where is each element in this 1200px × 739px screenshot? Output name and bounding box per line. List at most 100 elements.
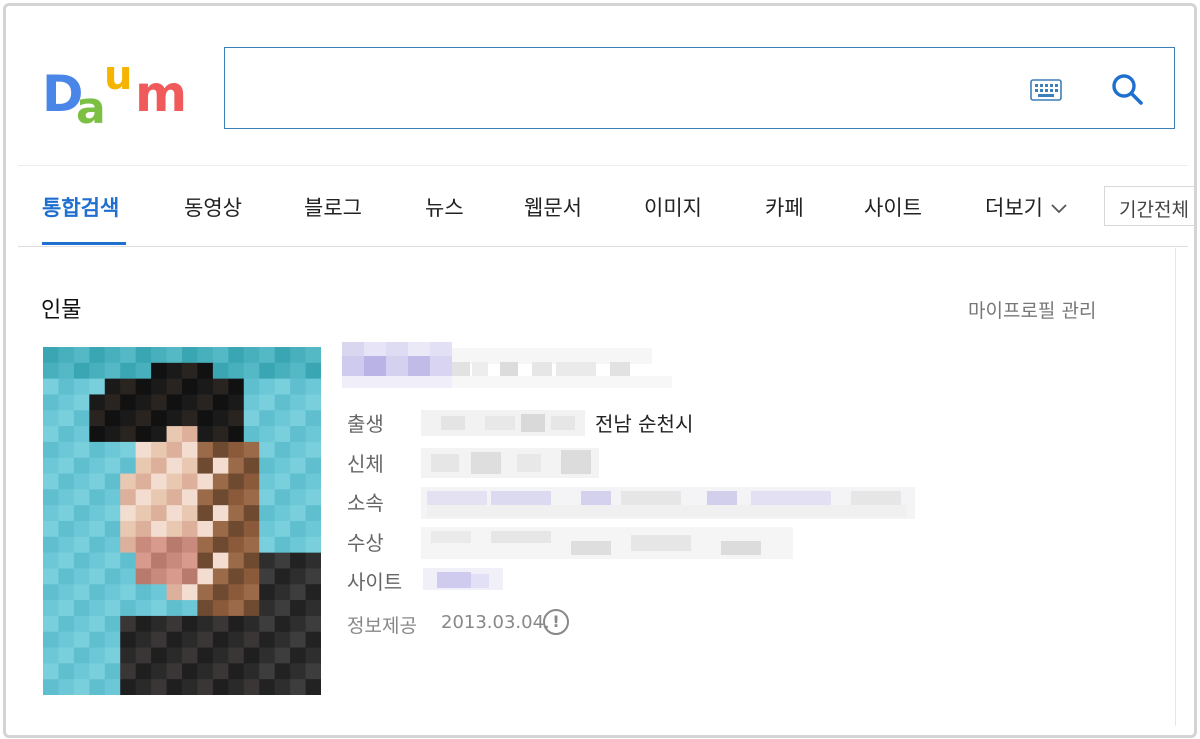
- tab-images[interactable]: 이미지: [644, 192, 702, 222]
- photo-mosaic-tile: [151, 505, 168, 522]
- person-photo[interactable]: [43, 347, 321, 695]
- photo-mosaic-tile: [104, 410, 121, 427]
- photo-mosaic-tile: [120, 457, 137, 475]
- tab-more[interactable]: 더보기: [985, 192, 1067, 222]
- photo-mosaic-tile: [135, 521, 152, 538]
- photo-mosaic-tile: [73, 362, 90, 380]
- photo-mosaic-tile: [58, 615, 75, 633]
- photo-mosaic-tile: [89, 426, 106, 443]
- photo-mosaic-tile: [89, 584, 106, 601]
- photo-mosaic-tile: [259, 584, 276, 601]
- source-label: 정보제공: [347, 615, 417, 637]
- photo-mosaic-tile: [243, 473, 260, 490]
- photo-mosaic-tile: [197, 521, 214, 538]
- search-icon[interactable]: [1110, 72, 1144, 106]
- photo-mosaic-tile: [243, 568, 260, 585]
- photo-mosaic-tile: [73, 600, 90, 617]
- photo-mosaic-tile: [120, 584, 137, 601]
- photo-mosaic-tile: [228, 347, 245, 364]
- photo-mosaic-tile: [89, 521, 106, 538]
- photo-mosaic-tile: [135, 347, 152, 364]
- photo-mosaic-tile: [274, 584, 291, 601]
- photo-mosaic-tile: [290, 426, 307, 443]
- exclamation-icon[interactable]: !: [543, 609, 569, 635]
- photo-mosaic-tile: [274, 663, 291, 680]
- photo-mosaic-tile: [43, 347, 60, 364]
- photo-mosaic-tile: [89, 441, 106, 459]
- photo-mosaic-tile: [104, 615, 121, 633]
- photo-mosaic-tile: [89, 394, 106, 411]
- svg-text:u: u: [104, 61, 132, 99]
- tab-web-documents[interactable]: 웹문서: [524, 192, 582, 222]
- photo-mosaic-tile: [89, 647, 106, 664]
- photo-mosaic-tile: [58, 521, 75, 538]
- photo-mosaic-tile: [274, 505, 291, 522]
- birth-place: 전남 순천시: [595, 412, 694, 436]
- pixelated-portrait: [43, 347, 321, 695]
- photo-mosaic-tile: [104, 552, 121, 570]
- photo-mosaic-tile: [274, 394, 291, 411]
- photo-mosaic-tile: [135, 663, 152, 680]
- photo-mosaic-tile: [43, 679, 60, 695]
- photo-mosaic-tile: [305, 347, 321, 364]
- photo-mosaic-tile: [259, 489, 276, 506]
- photo-mosaic-tile: [166, 394, 183, 411]
- photo-mosaic-tile: [73, 615, 90, 633]
- photo-mosaic-tile: [197, 378, 214, 396]
- photo-mosaic-tile: [182, 410, 199, 427]
- person-name-redacted[interactable]: [342, 342, 674, 390]
- site-link-redacted[interactable]: [423, 568, 503, 590]
- tab-integrated-search[interactable]: 통합검색: [42, 192, 119, 222]
- tab-site[interactable]: 사이트: [864, 192, 922, 222]
- photo-mosaic-tile: [151, 394, 168, 411]
- tab-cafe[interactable]: 카페: [765, 192, 804, 222]
- photo-mosaic-tile: [259, 663, 276, 680]
- tab-video[interactable]: 동영상: [184, 192, 242, 222]
- photo-mosaic-tile: [73, 647, 90, 664]
- photo-mosaic-tile: [290, 489, 307, 506]
- photo-mosaic-tile: [58, 631, 75, 649]
- photo-mosaic-tile: [243, 505, 260, 522]
- photo-mosaic-tile: [135, 679, 152, 695]
- photo-mosaic-tile: [290, 663, 307, 680]
- photo-mosaic-tile: [212, 347, 229, 364]
- photo-mosaic-tile: [243, 441, 260, 459]
- daum-logo[interactable]: D a u m: [42, 61, 194, 131]
- photo-mosaic-tile: [89, 410, 106, 427]
- photo-mosaic-tile: [197, 441, 214, 459]
- photo-mosaic-tile: [43, 521, 60, 538]
- photo-mosaic-tile: [228, 505, 245, 522]
- tab-news[interactable]: 뉴스: [425, 192, 464, 222]
- photo-mosaic-tile: [228, 584, 245, 601]
- my-profile-manage-link[interactable]: 마이프로필 관리: [968, 296, 1096, 323]
- keyboard-icon[interactable]: [1030, 79, 1062, 101]
- period-filter-button[interactable]: 기간전체: [1104, 186, 1194, 226]
- photo-mosaic-tile: [166, 568, 183, 585]
- photo-mosaic-tile: [182, 441, 199, 459]
- photo-mosaic-tile: [73, 457, 90, 475]
- photo-mosaic-tile: [274, 521, 291, 538]
- photo-mosaic-tile: [212, 394, 229, 411]
- photo-mosaic-tile: [197, 505, 214, 522]
- photo-mosaic-tile: [259, 410, 276, 427]
- photo-mosaic-tile: [274, 347, 291, 364]
- photo-mosaic-tile: [182, 647, 199, 664]
- tab-blog[interactable]: 블로그: [304, 192, 362, 222]
- photo-mosaic-tile: [104, 536, 121, 554]
- photo-mosaic-tile: [151, 600, 168, 617]
- photo-mosaic-tile: [43, 457, 60, 475]
- photo-mosaic-tile: [135, 568, 152, 585]
- photo-mosaic-tile: [197, 457, 214, 475]
- photo-mosaic-tile: [89, 631, 106, 649]
- photo-mosaic-tile: [104, 394, 121, 411]
- search-input[interactable]: [224, 47, 1175, 129]
- photo-mosaic-tile: [305, 552, 321, 570]
- chevron-down-icon: [1051, 204, 1067, 214]
- photo-mosaic-tile: [89, 568, 106, 585]
- photo-mosaic-tile: [228, 378, 245, 396]
- photo-mosaic-tile: [58, 362, 75, 380]
- photo-mosaic-tile: [259, 441, 276, 459]
- photo-mosaic-tile: [197, 552, 214, 570]
- photo-mosaic-tile: [305, 489, 321, 506]
- photo-mosaic-tile: [274, 552, 291, 570]
